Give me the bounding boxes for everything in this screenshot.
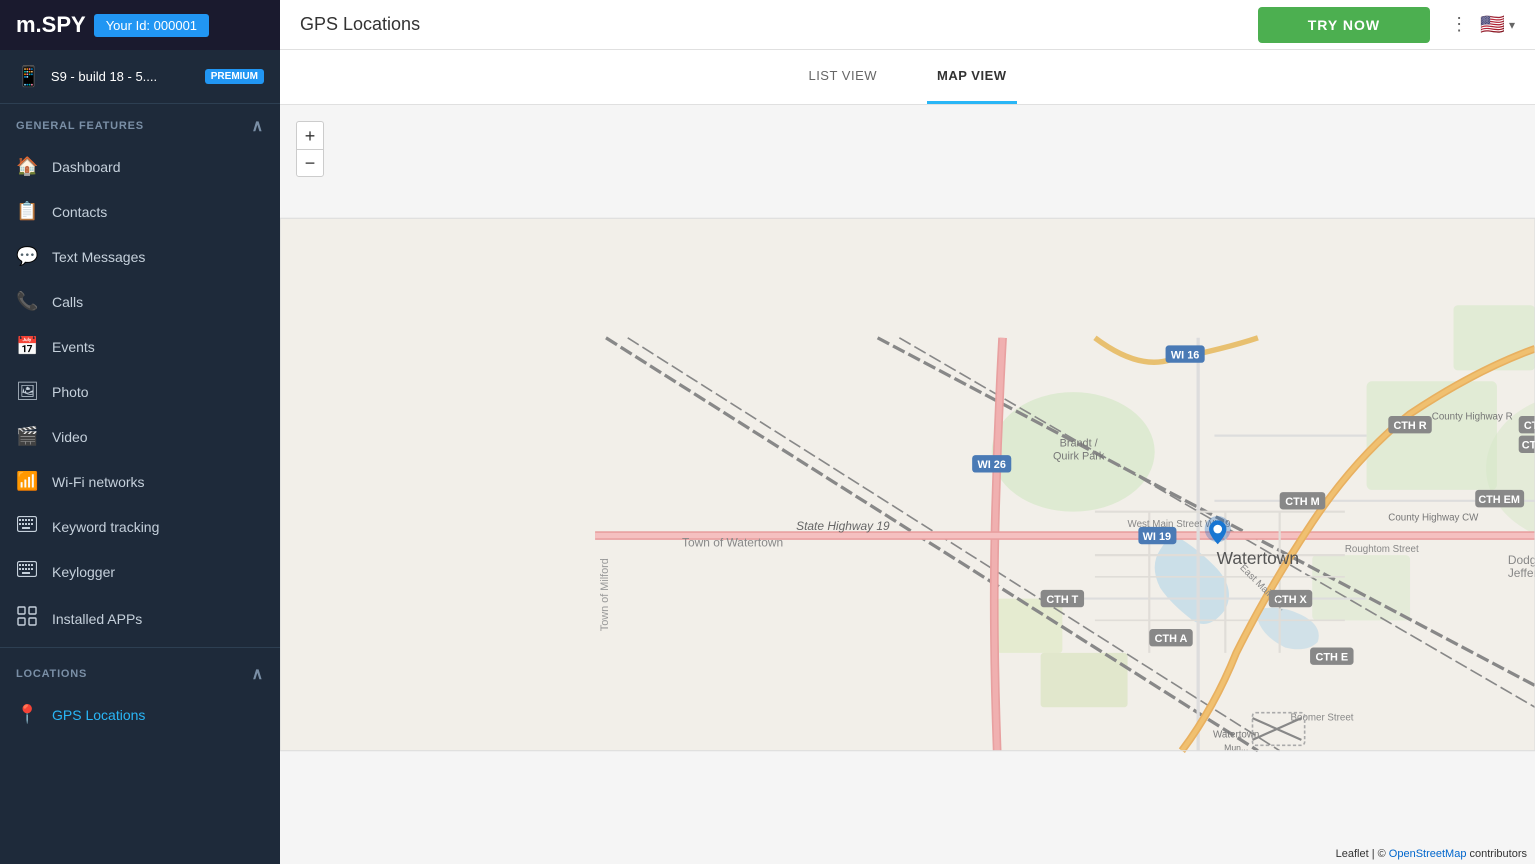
sidebar-item-label: Photo <box>52 384 89 400</box>
tabs-bar: LIST VIEW MAP VIEW <box>280 50 1535 105</box>
language-selector[interactable]: 🇺🇸 ▾ <box>1480 12 1515 37</box>
zoom-controls: + − <box>296 121 324 177</box>
svg-text:Roughtom Street: Roughtom Street <box>1345 544 1419 555</box>
sidebar-item-gps-locations[interactable]: 📍 GPS Locations <box>0 692 280 737</box>
openstreetmap-link[interactable]: OpenStreetMap <box>1389 848 1467 860</box>
contacts-icon: 📋 <box>16 201 38 222</box>
svg-text:CTH R: CTH R <box>1393 420 1426 432</box>
locations-label: LOCATIONS <box>16 668 87 680</box>
keyboard-icon <box>16 516 38 537</box>
section-collapse-icon[interactable]: ∧ <box>251 116 264 136</box>
gps-icon: 📍 <box>16 704 38 725</box>
chevron-down-icon: ▾ <box>1509 18 1515 32</box>
header-icons: ⋮ 🇺🇸 ▾ <box>1450 12 1515 37</box>
sidebar-item-keyword-tracking[interactable]: Keyword tracking <box>0 504 280 549</box>
svg-text:CTH EM: CTH EM <box>1478 494 1520 506</box>
svg-text:CTH M: CTH M <box>1285 496 1319 508</box>
svg-text:Jefferson County: Jefferson County <box>1508 566 1535 580</box>
wifi-icon: 📶 <box>16 471 38 492</box>
logo-area: m.SPY Your Id: 000001 <box>0 0 280 50</box>
photo-icon: 🖼 <box>16 381 38 402</box>
svg-text:WI 16: WI 16 <box>1171 349 1199 361</box>
svg-text:State Highway 19: State Highway 19 <box>796 519 890 533</box>
sidebar-item-dashboard[interactable]: 🏠 Dashboard <box>0 144 280 189</box>
svg-text:CTH E: CTH E <box>1316 652 1349 664</box>
tab-list-view[interactable]: LIST VIEW <box>798 50 887 104</box>
svg-text:Town of Milford: Town of Milford <box>599 558 611 631</box>
sidebar-item-label: Calls <box>52 294 83 310</box>
svg-text:Dodge County: Dodge County <box>1508 553 1535 567</box>
sidebar-item-keylogger[interactable]: Keylogger <box>0 549 280 594</box>
home-icon: 🏠 <box>16 156 38 177</box>
sidebar-item-label: Dashboard <box>52 159 121 175</box>
flag-icon: 🇺🇸 <box>1480 12 1505 37</box>
svg-text:Brandt /: Brandt / <box>1060 437 1099 449</box>
device-icon: 📱 <box>16 64 41 89</box>
sidebar-item-label: Keyword tracking <box>52 519 159 535</box>
map-svg: WI 16 WI 26 WI 19 State Highway 19 Town … <box>280 105 1535 864</box>
top-header: m.SPY Your Id: 000001 GPS Locations TRY … <box>0 0 1535 50</box>
header-right: GPS Locations TRY NOW ⋮ 🇺🇸 ▾ <box>280 0 1535 50</box>
main-layout: 📱 S9 - build 18 - 5.... PREMIUM GENERAL … <box>0 50 1535 864</box>
device-name: S9 - build 18 - 5.... <box>51 69 195 84</box>
locations-collapse-icon[interactable]: ∧ <box>251 664 264 684</box>
zoom-out-button[interactable]: − <box>296 149 324 177</box>
sidebar-item-label: Keylogger <box>52 564 115 580</box>
premium-badge: PREMIUM <box>205 69 264 84</box>
sidebar-item-events[interactable]: 📅 Events <box>0 324 280 369</box>
sidebar-item-contacts[interactable]: 📋 Contacts <box>0 189 280 234</box>
sidebar-item-photo[interactable]: 🖼 Photo <box>0 369 280 414</box>
sidebar-item-label: Video <box>52 429 88 445</box>
events-icon: 📅 <box>16 336 38 357</box>
sidebar-item-label: Installed APPs <box>52 611 142 627</box>
attribution-prefix: Leaflet | © <box>1336 848 1389 860</box>
sidebar-item-label: Contacts <box>52 204 107 220</box>
calls-icon: 📞 <box>16 291 38 312</box>
page-title: GPS Locations <box>300 14 1258 35</box>
svg-text:CTH A: CTH A <box>1155 633 1188 645</box>
general-features-label: GENERAL FEATURES <box>16 120 144 132</box>
user-id-badge: Your Id: 000001 <box>94 14 209 37</box>
svg-text:CTH EM: CTH EM <box>1522 440 1535 452</box>
logo: m.SPY <box>16 12 86 38</box>
more-options-icon[interactable]: ⋮ <box>1450 14 1468 35</box>
svg-text:WI 19: WI 19 <box>1143 531 1171 543</box>
sidebar-item-label: Text Messages <box>52 249 145 265</box>
sidebar-item-wifi[interactable]: 📶 Wi-Fi networks <box>0 459 280 504</box>
map-container: WI 16 WI 26 WI 19 State Highway 19 Town … <box>280 105 1535 864</box>
content-area: LIST VIEW MAP VIEW <box>280 50 1535 864</box>
svg-text:Town of Watertown: Town of Watertown <box>682 535 783 549</box>
svg-text:County Highway R: County Highway R <box>1432 411 1513 422</box>
sidebar-item-label: Wi-Fi networks <box>52 474 145 490</box>
locations-section-header: LOCATIONS ∧ <box>0 652 280 692</box>
text-messages-icon: 💬 <box>16 246 38 267</box>
keylogger-icon <box>16 561 38 582</box>
device-row[interactable]: 📱 S9 - build 18 - 5.... PREMIUM <box>0 50 280 104</box>
sidebar: 📱 S9 - build 18 - 5.... PREMIUM GENERAL … <box>0 50 280 864</box>
svg-text:CTH T: CTH T <box>1046 594 1078 606</box>
sidebar-item-label: Events <box>52 339 95 355</box>
svg-text:Quirk Park: Quirk Park <box>1053 451 1105 463</box>
video-icon: 🎬 <box>16 426 38 447</box>
try-now-button[interactable]: TRY NOW <box>1258 7 1430 43</box>
sidebar-item-video[interactable]: 🎬 Video <box>0 414 280 459</box>
svg-text:CTH R: CTH R <box>1524 420 1535 432</box>
general-features-section-header: GENERAL FEATURES ∧ <box>0 104 280 144</box>
sidebar-item-label: GPS Locations <box>52 707 145 723</box>
tab-map-view[interactable]: MAP VIEW <box>927 50 1017 104</box>
section-divider <box>0 647 280 648</box>
map-attribution: Leaflet | © OpenStreetMap contributors <box>1336 848 1527 860</box>
svg-text:Watertown: Watertown <box>1217 548 1299 568</box>
svg-text:County Highway CW: County Highway CW <box>1388 512 1479 523</box>
zoom-in-button[interactable]: + <box>296 121 324 149</box>
sidebar-item-installed-apps[interactable]: Installed APPs <box>0 594 280 643</box>
sidebar-item-calls[interactable]: 📞 Calls <box>0 279 280 324</box>
attribution-suffix: contributors <box>1470 848 1527 860</box>
apps-icon <box>16 606 38 631</box>
svg-text:WI 26: WI 26 <box>978 459 1006 471</box>
sidebar-item-text-messages[interactable]: 💬 Text Messages <box>0 234 280 279</box>
